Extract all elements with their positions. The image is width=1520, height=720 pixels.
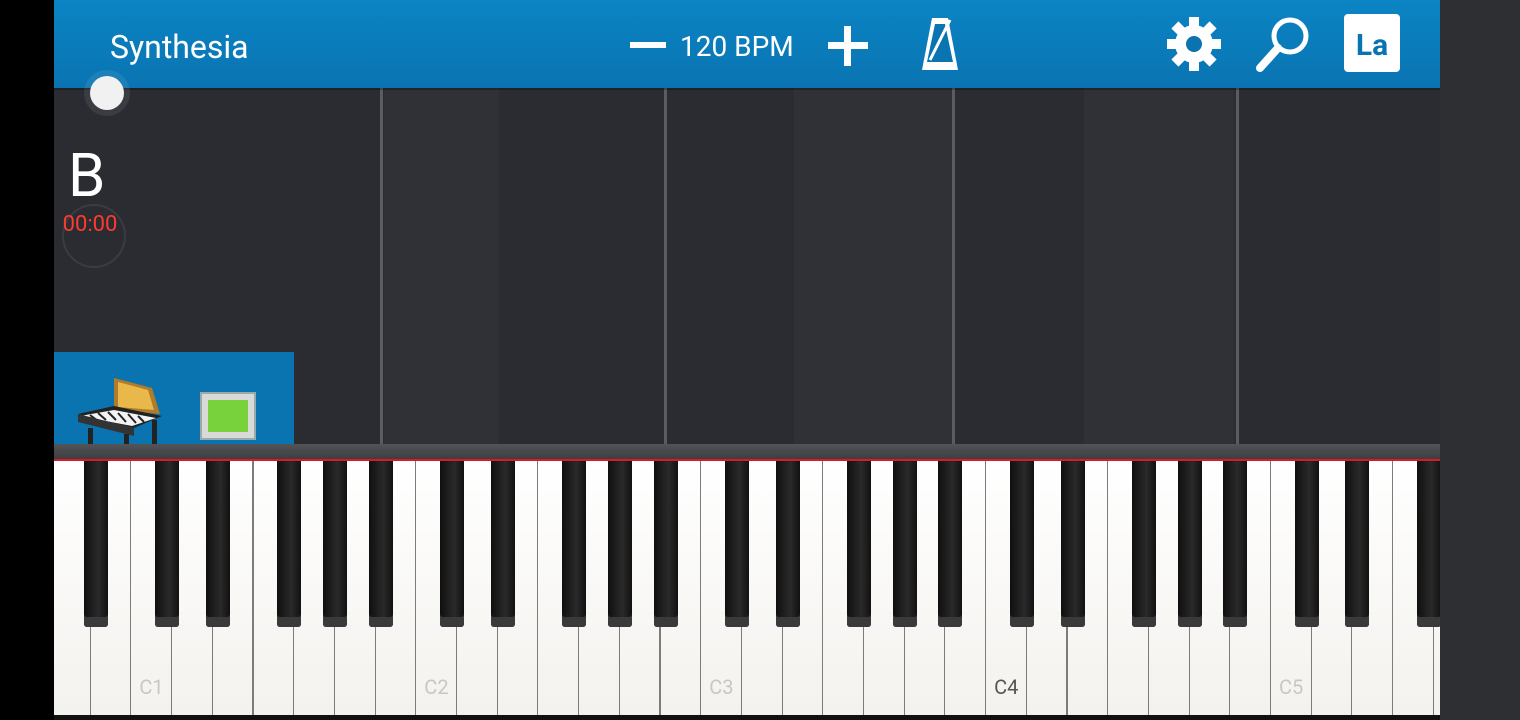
app-title[interactable]: Synthesia <box>110 28 249 66</box>
plus-icon[interactable] <box>828 26 868 66</box>
black-key[interactable] <box>155 461 180 627</box>
black-key[interactable] <box>607 461 632 627</box>
black-key[interactable] <box>1060 461 1085 627</box>
black-key[interactable] <box>1131 461 1156 627</box>
black-key[interactable] <box>1294 461 1319 627</box>
black-key[interactable] <box>440 461 464 627</box>
minus-icon[interactable] <box>628 28 668 62</box>
black-key[interactable] <box>490 461 515 627</box>
left-screen-edge <box>0 0 54 720</box>
magnifier-icon[interactable] <box>1254 14 1314 74</box>
progress-slider-thumb[interactable] <box>90 76 124 110</box>
octave-label: C2 <box>424 675 449 699</box>
track-color-swatch[interactable] <box>200 392 256 440</box>
black-key[interactable] <box>892 461 917 627</box>
top-toolbar: Synthesia 120 BPM La <box>54 0 1440 88</box>
octave-label: C4 <box>994 675 1019 699</box>
black-key[interactable] <box>724 461 749 627</box>
black-key[interactable] <box>938 461 963 627</box>
keyboard-top-rail <box>54 444 1440 460</box>
measure-line <box>380 88 383 444</box>
black-key[interactable] <box>322 461 347 627</box>
gear-icon[interactable] <box>1166 16 1222 72</box>
black-key[interactable] <box>1345 461 1370 627</box>
black-key[interactable] <box>277 461 302 627</box>
note-lane-shade <box>1084 88 1234 444</box>
keyboard-bottom-edge <box>54 715 1440 720</box>
black-key[interactable] <box>368 461 393 627</box>
synthesia-app: Synthesia 120 BPM La B 00:00 C1 C2 C3 C4… <box>54 0 1440 720</box>
black-key[interactable] <box>205 461 230 627</box>
octave-label: C3 <box>709 675 734 699</box>
measure-line <box>1236 88 1239 444</box>
black-key[interactable] <box>847 461 871 627</box>
playback-timer: 00:00 <box>62 212 118 237</box>
black-key[interactable] <box>1009 461 1034 627</box>
black-key[interactable] <box>1416 461 1440 627</box>
black-key[interactable] <box>1177 461 1202 627</box>
metronome-icon[interactable] <box>920 16 960 72</box>
current-note-letter: B <box>68 140 106 211</box>
measure-line <box>952 88 955 444</box>
note-language-label: La <box>1355 28 1389 63</box>
octave-label: C1 <box>139 675 164 699</box>
black-key[interactable] <box>83 461 108 627</box>
black-key[interactable] <box>775 461 800 627</box>
black-key[interactable] <box>653 461 678 627</box>
note-language-button[interactable]: La <box>1344 14 1400 72</box>
note-lane-shade <box>384 88 499 444</box>
octave-label: C5 <box>1279 675 1304 699</box>
measure-line <box>664 88 667 444</box>
right-screen-edge <box>1440 0 1520 720</box>
black-key[interactable] <box>1223 461 1248 627</box>
piano-keyboard: C1 C2 C3 C4 C5 <box>54 461 1440 720</box>
bpm-display: 120 BPM <box>680 30 794 63</box>
black-key[interactable] <box>562 461 587 627</box>
note-lane-shade <box>794 88 954 444</box>
